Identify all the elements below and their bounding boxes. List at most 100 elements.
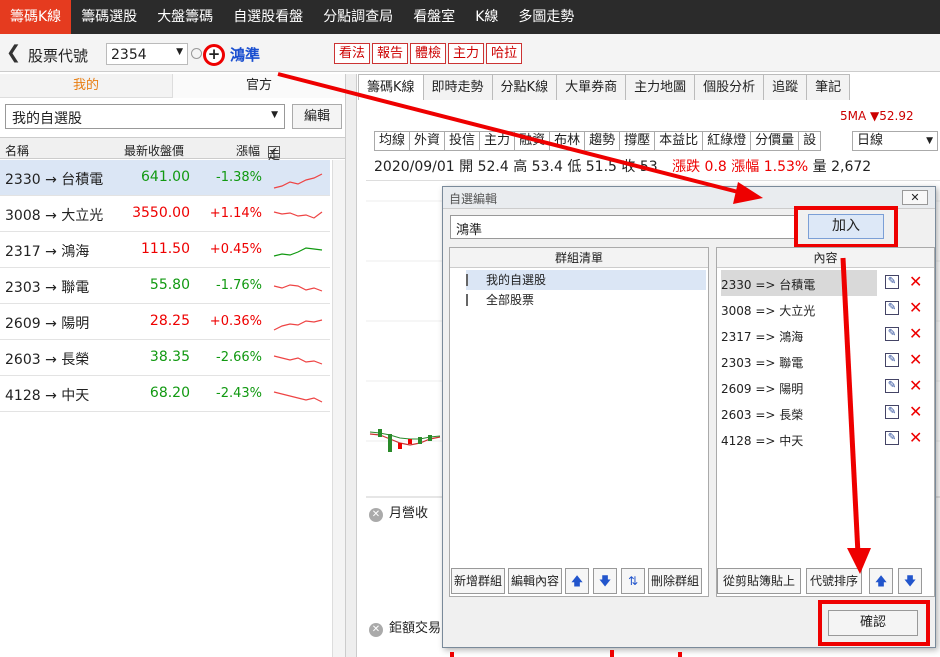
list-item[interactable]: 3008 => 大立光 ✎ ✕	[717, 296, 934, 322]
group-select[interactable]: 我的自選股 ▼	[5, 104, 285, 129]
stock-name-input[interactable]: 鴻準	[450, 215, 796, 239]
nav-item-watchlist[interactable]: 自選股看盤	[223, 0, 313, 34]
sparkline	[273, 173, 323, 189]
add-button[interactable]: 加入	[808, 214, 884, 239]
tool-support[interactable]: 撐壓	[619, 131, 656, 151]
tab-big-broker[interactable]: 大單券商	[556, 74, 627, 100]
list-item[interactable]: 2317 => 鴻海 ✎ ✕	[717, 322, 934, 348]
period-select[interactable]: 日線 ▼	[852, 131, 938, 151]
tool-volume-price[interactable]: 分價量	[750, 131, 800, 151]
tool-trend[interactable]: 趨勢	[584, 131, 621, 151]
tab-branch-k[interactable]: 分點K線	[491, 74, 558, 100]
tool-trust[interactable]: 投信	[444, 131, 481, 151]
tool-pe[interactable]: 本益比	[654, 131, 704, 151]
edit-icon[interactable]: ✎	[885, 431, 899, 445]
paste-clipboard-button[interactable]: 從剪貼簿貼上	[717, 568, 801, 594]
delete-group-button[interactable]: 刪除群組	[648, 568, 702, 594]
scrollbar[interactable]	[332, 160, 345, 657]
close-icon[interactable]: ✕	[369, 508, 383, 522]
tab-official[interactable]: 官方	[172, 74, 345, 98]
quote-close: 收 53	[621, 159, 658, 175]
group-list-header: 群組清單	[450, 248, 708, 268]
view-button[interactable]: 看法	[334, 43, 371, 64]
tab-track[interactable]: 追蹤	[763, 74, 808, 100]
add-to-watchlist-plus-icon[interactable]: +	[203, 44, 225, 66]
row-price: 111.50	[141, 241, 190, 257]
report-button[interactable]: 報告	[372, 43, 409, 64]
checkup-button[interactable]: 體檢	[410, 43, 447, 64]
tool-main[interactable]: 主力	[479, 131, 516, 151]
table-row[interactable]: 3008 → 大立光 3550.00 +1.14%	[0, 196, 330, 232]
table-row[interactable]: 2603 → 長榮 38.35 -2.66%	[0, 340, 330, 376]
close-icon[interactable]: ✕	[902, 190, 928, 205]
move-up-icon[interactable]: 🡅	[869, 568, 893, 594]
table-row[interactable]: 2317 → 鴻海 111.50 +0.45%	[0, 232, 330, 268]
delete-icon[interactable]: ✕	[909, 350, 922, 369]
list-item[interactable]: 2330 => 台積電 ✎ ✕	[717, 270, 934, 296]
nav-item-room[interactable]: 看盤室	[403, 0, 465, 34]
row-change: -1.38%	[216, 170, 262, 185]
list-item[interactable]: 4128 => 中天 ✎ ✕	[717, 426, 934, 452]
sort-by-code-button[interactable]: 代號排序	[806, 568, 862, 594]
tool-foreign[interactable]: 外資	[409, 131, 446, 151]
tab-realtime[interactable]: 即時走勢	[422, 74, 493, 100]
chat-button[interactable]: 哈拉	[486, 43, 523, 64]
move-down-icon[interactable]: 🡇	[898, 568, 922, 594]
close-icon[interactable]: ✕	[369, 623, 383, 637]
tab-analysis[interactable]: 個股分析	[694, 74, 765, 100]
add-group-button[interactable]: 新增群組	[451, 568, 505, 594]
main-force-button[interactable]: 主力	[448, 43, 485, 64]
table-row[interactable]: 2303 → 聯電 55.80 -1.76%	[0, 268, 330, 304]
tool-settings[interactable]: 設	[798, 131, 822, 151]
panel-divider[interactable]	[345, 74, 357, 657]
delete-icon[interactable]: ✕	[909, 428, 922, 447]
tool-margin[interactable]: 融資	[514, 131, 551, 151]
group-item-mine[interactable]: 我的自選股	[466, 270, 706, 290]
nav-item-chip-screen[interactable]: 籌碼選股	[71, 0, 147, 34]
nav-item-multi[interactable]: 多圖走勢	[508, 0, 584, 34]
tab-main-map[interactable]: 主力地圖	[625, 74, 696, 100]
nav-item-kline[interactable]: K線	[465, 0, 508, 34]
edit-icon[interactable]: ✎	[885, 275, 899, 289]
delete-icon[interactable]: ✕	[909, 272, 922, 291]
list-item[interactable]: 2603 => 長榮 ✎ ✕	[717, 400, 934, 426]
edit-icon[interactable]: ✎	[885, 405, 899, 419]
delete-icon[interactable]: ✕	[909, 402, 922, 421]
edit-content-button[interactable]: 編輯內容	[508, 568, 562, 594]
quote-date: 2020/09/01	[374, 159, 455, 175]
group-item-all[interactable]: 全部股票	[466, 290, 534, 310]
delete-icon[interactable]: ✕	[909, 376, 922, 395]
edit-button[interactable]: 編輯	[292, 104, 342, 129]
quote-pct: 漲幅 1.53%	[731, 159, 809, 175]
table-row[interactable]: 4128 → 中天 68.20 -2.43%	[0, 376, 330, 412]
tab-notes[interactable]: 筆記	[806, 74, 851, 100]
back-chevron-icon[interactable]: ❮	[6, 43, 21, 63]
search-icon[interactable]	[191, 48, 202, 59]
tool-bollinger[interactable]: 布林	[549, 131, 586, 151]
tool-ma[interactable]: 均線	[374, 131, 411, 151]
row-change: +0.45%	[209, 242, 262, 257]
delete-icon[interactable]: ✕	[909, 324, 922, 343]
list-item[interactable]: 2609 => 陽明 ✎ ✕	[717, 374, 934, 400]
edit-icon[interactable]: ✎	[885, 379, 899, 393]
swap-icon[interactable]: ⇅	[621, 568, 645, 594]
move-down-icon[interactable]: 🡇	[593, 568, 617, 594]
confirm-button[interactable]: 確認	[828, 610, 918, 636]
list-item[interactable]: 2303 => 聯電 ✎ ✕	[717, 348, 934, 374]
nav-item-branch[interactable]: 分點調查局	[313, 0, 403, 34]
nav-item-market-chip[interactable]: 大盤籌碼	[147, 0, 223, 34]
edit-icon[interactable]: ✎	[885, 301, 899, 315]
tool-light[interactable]: 紅綠燈	[702, 131, 752, 151]
chevron-down-icon[interactable]: ▼	[176, 47, 183, 57]
table-row[interactable]: 2330 → 台積電 641.00 -1.38%	[0, 160, 330, 196]
edit-icon[interactable]: ✎	[885, 353, 899, 367]
stock-code-input[interactable]: 2354 ▼	[106, 43, 188, 65]
tab-chip-k[interactable]: 籌碼K線	[358, 74, 424, 100]
sparkline	[273, 211, 323, 219]
move-up-icon[interactable]: 🡅	[565, 568, 589, 594]
tab-mine[interactable]: 我的	[0, 74, 172, 98]
edit-icon[interactable]: ✎	[885, 327, 899, 341]
nav-item-chip-k[interactable]: 籌碼K線	[0, 0, 72, 34]
table-row[interactable]: 2609 → 陽明 28.25 +0.36%	[0, 304, 330, 340]
delete-icon[interactable]: ✕	[909, 298, 922, 317]
